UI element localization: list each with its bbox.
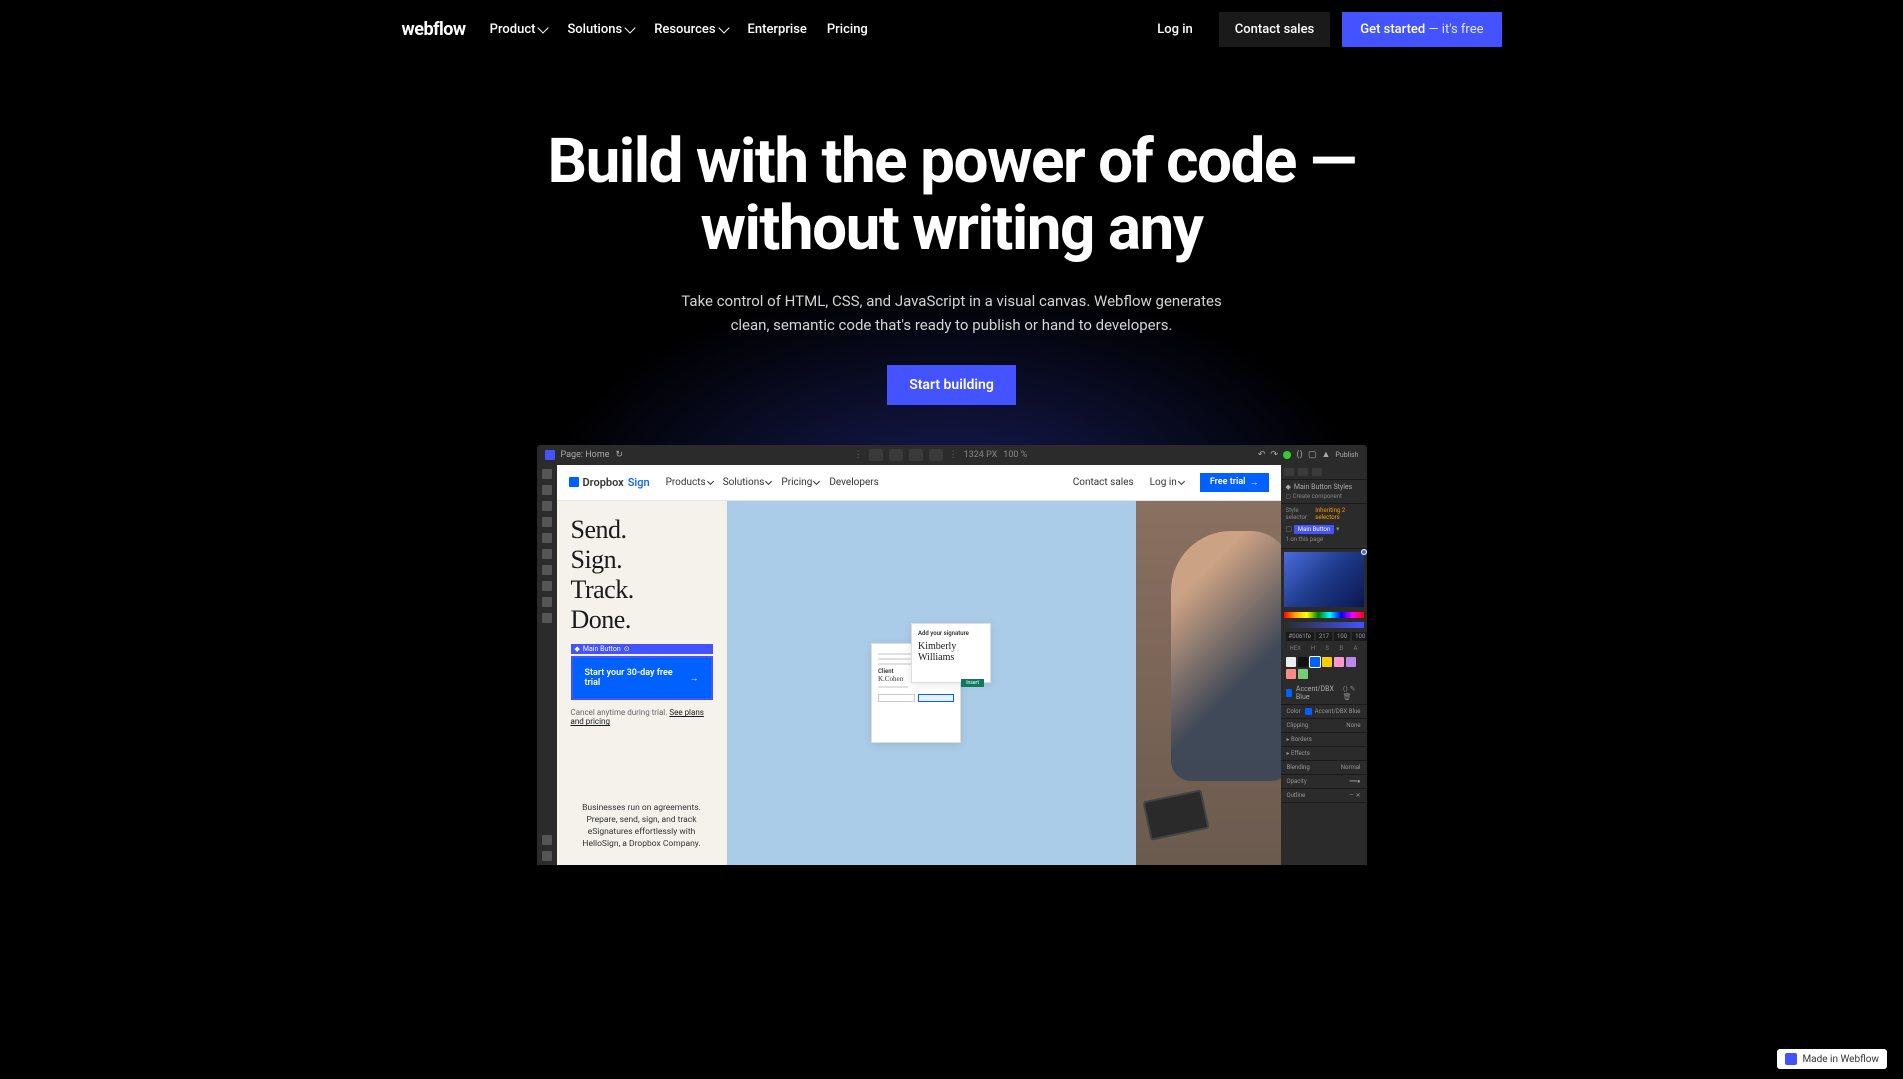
designer-topbar: Page: Home ↻ ⋮ ⋮ 1324 PX 100 % ↶ ↷ ⟨⟩ ▢ … — [537, 445, 1367, 465]
undo-icon: ↶ — [1258, 450, 1266, 460]
swatch — [1334, 657, 1344, 667]
style-panel: ◆Main Button Styles ▢ Create component S… — [1281, 465, 1367, 865]
nav-enterprise[interactable]: Enterprise — [748, 22, 807, 37]
canvas-nav-item: Solutions — [723, 477, 772, 488]
biz-text: Businesses run on agreements. Prepare, s… — [571, 803, 713, 851]
swatch — [1322, 657, 1332, 667]
canvas-login: Log in — [1150, 477, 1184, 488]
search-icon — [542, 851, 552, 861]
logic-icon — [542, 565, 552, 575]
element-tag: ◆Main Button⊙ — [571, 644, 713, 654]
ecommerce-icon — [542, 533, 552, 543]
swatch — [1310, 657, 1320, 667]
canvas-main-button: Start your 30-day free trial→ — [571, 656, 713, 700]
logo[interactable]: webflow — [402, 19, 466, 40]
swatch — [1346, 657, 1356, 667]
nav-product[interactable]: Product — [490, 22, 548, 37]
interactions-tab-icon — [1312, 468, 1322, 476]
webflow-badge-icon — [1785, 1053, 1797, 1065]
canvas-photo — [1136, 501, 1281, 865]
audit-rail-icon — [542, 613, 552, 623]
canvas-nav-item: Developers — [829, 477, 879, 488]
publish-button: Publish — [1335, 451, 1358, 459]
tablet-icon — [889, 449, 903, 461]
designer-screenshot: Page: Home ↻ ⋮ ⋮ 1324 PX 100 % ↶ ↷ ⟨⟩ ▢ … — [537, 445, 1367, 865]
swatch — [1286, 669, 1296, 679]
desktop-icon — [869, 449, 883, 461]
chevron-down-icon — [538, 22, 549, 33]
redo-icon: ↷ — [1270, 450, 1278, 460]
dropbox-sign-brand: DropboxSign — [569, 476, 650, 489]
page-label: Page: Home — [561, 450, 610, 460]
assets-icon — [542, 581, 552, 591]
canvas-navbar: DropboxSign Products Solutions Pricing Deve… — [557, 465, 1281, 501]
cancel-text: Cancel anytime during trial. See plans a… — [571, 708, 713, 726]
signature-icon: Kimberly Williams — [918, 641, 984, 663]
alpha-slider — [1284, 622, 1364, 628]
contact-sales-button[interactable]: Contact sales — [1219, 12, 1330, 47]
style-tab-icon — [1284, 468, 1294, 476]
dropbox-icon — [569, 477, 579, 487]
webflow-icon — [545, 450, 555, 460]
add-icon — [542, 469, 552, 479]
settings-tab-icon — [1298, 468, 1308, 476]
main-nav: webflow Product Solutions Resources Enterpr… — [402, 0, 1502, 59]
pages-icon — [542, 501, 552, 511]
code-icon: ⟨⟩ — [1296, 450, 1303, 460]
login-button[interactable]: Log in — [1143, 12, 1207, 47]
start-building-button[interactable]: Start building — [887, 365, 1016, 405]
status-dot-icon — [1283, 451, 1291, 459]
swatch — [1298, 669, 1308, 679]
nav-pricing[interactable]: Pricing — [827, 22, 868, 37]
settings-icon — [542, 597, 552, 607]
chevron-down-icon — [625, 22, 636, 33]
made-in-webflow-badge[interactable]: Made in Webflow — [1777, 1049, 1887, 1069]
chevron-down-icon — [718, 22, 729, 33]
tablet-icon — [1142, 789, 1209, 841]
canvas-nav-item: Pricing — [781, 477, 819, 488]
free-trial-button: Free trial→ — [1200, 473, 1269, 492]
hex-input: #0061fe — [1286, 632, 1314, 641]
swatch — [1298, 657, 1308, 667]
check-icon — [542, 835, 552, 845]
audit-icon: ▲ — [1322, 449, 1331, 460]
swatch — [1286, 657, 1296, 667]
canvas: DropboxSign Products Solutions Pricing Deve… — [557, 465, 1281, 865]
canvas-contact: Contact sales — [1073, 477, 1134, 488]
color-picker — [1284, 552, 1364, 607]
nav-icon — [542, 485, 552, 495]
nav-resources[interactable]: Resources — [654, 22, 727, 37]
mobile-landscape-icon — [909, 449, 923, 461]
swatch-row — [1281, 654, 1367, 682]
hero-title: Build with the power of code — without w… — [502, 129, 1402, 263]
left-rail — [537, 465, 557, 865]
comment-icon: ▢ — [1308, 450, 1317, 460]
refresh-icon: ↻ — [615, 450, 623, 460]
users-icon — [542, 549, 552, 559]
signature-card: Add your signature Kimberly Williams Ins… — [911, 623, 991, 683]
canvas-heading: Send.Sign.Track.Done. — [571, 515, 713, 635]
hero: Build with the power of code — without w… — [0, 59, 1903, 445]
accent-swatch-row: Accent/DBX Blue ⟨⟩ ✎ 🗑 — [1281, 682, 1367, 705]
hue-slider — [1284, 612, 1364, 618]
get-started-button[interactable]: Get started — it's free — [1342, 12, 1501, 47]
hero-subtitle: Take control of HTML, CSS, and JavaScrip… — [672, 289, 1232, 337]
canvas-nav-item: Products — [666, 477, 713, 488]
cms-icon — [542, 517, 552, 527]
mobile-icon — [929, 449, 943, 461]
nav-solutions[interactable]: Solutions — [567, 22, 634, 37]
